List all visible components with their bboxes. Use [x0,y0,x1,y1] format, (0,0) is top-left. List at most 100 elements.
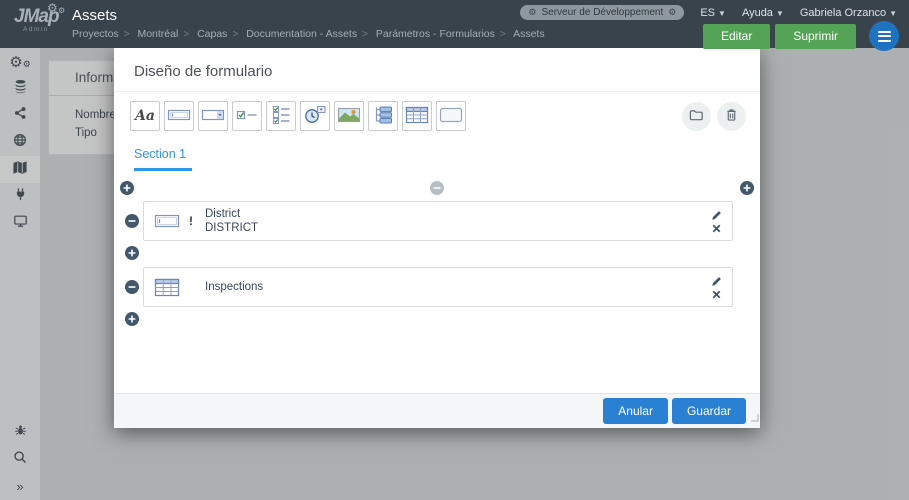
remove-row-button[interactable] [125,280,139,294]
label-text-icon: Aa [135,108,155,124]
minus-circle-icon [430,181,444,195]
minus-circle-icon [125,214,139,228]
plus-circle-icon [120,181,134,195]
server-badge-label: Serveur de Développement [542,7,664,18]
language-label: ES [700,7,715,19]
date-picker-icon [303,104,327,128]
add-column-right-button[interactable] [740,181,754,195]
server-env-icon: ⚙ [668,7,676,18]
cancel-button[interactable]: Anular [603,398,668,424]
delete-button[interactable]: Suprimir [775,24,856,49]
jmap-logo[interactable]: JMap ⚙ ⚙ Admin [14,6,66,33]
add-label-button[interactable]: Aa [130,101,160,131]
checkbox-group-icon [269,105,293,128]
server-env-icon: ⚙ [528,7,536,18]
add-checkbox-button[interactable] [232,101,262,131]
delete-form-button[interactable] [717,102,746,131]
element-label: Inspections [205,280,711,295]
add-row-left-button[interactable] [120,181,134,195]
open-folder-button[interactable] [682,102,711,131]
element-attribute: DISTRICT [205,221,711,236]
gear-icon: ⚙ [58,6,65,15]
edit-element-button[interactable] [711,276,722,287]
edit-button[interactable]: Editar [703,24,770,49]
breadcrumb-item[interactable]: Proyectos [72,28,119,40]
add-text-input-button[interactable] [164,101,194,131]
plus-circle-icon [125,312,139,326]
remove-column-button[interactable] [430,181,444,195]
form-element-district[interactable]: ! District DISTRICT [143,201,733,241]
topbar-meta: ⚙ Serveur de Développement ⚙ ES▼ Ayuda▼ … [520,5,897,20]
add-row-button[interactable] [125,246,139,260]
language-menu[interactable]: ES▼ [700,7,726,19]
element-actions [711,276,722,299]
element-label: District [205,207,711,222]
hamburger-menu-button[interactable] [869,21,899,51]
checkbox-icon [235,105,259,128]
delete-element-button[interactable] [712,290,721,299]
jmap-logo-subtext: Admin [23,26,66,33]
breadcrumb-item[interactable]: Parámetros - Formularios [376,28,495,40]
form-design-dialog: Diseño de formulario Aa [114,48,760,428]
section-tabs: Section 1 [114,145,760,171]
table-icon [154,278,180,297]
chevron-down-icon: ▼ [889,9,897,18]
delete-element-button[interactable] [712,224,721,233]
breadcrumb-separator: > [500,29,506,40]
topbar-actions: Editar Suprimir [703,21,899,51]
minus-circle-icon [125,280,139,294]
breadcrumb-separator: > [362,29,368,40]
pencil-icon [711,210,722,221]
form-elements-toolbar: Aa [114,92,760,139]
pencil-icon [711,276,722,287]
form-element-inspections[interactable]: Inspections [143,267,733,307]
user-menu[interactable]: Gabriela Orzanco▼ [800,7,897,19]
text-input-icon [167,105,191,128]
text-input-icon [154,213,180,229]
resize-grip-icon [750,413,759,422]
breadcrumb-item[interactable]: Documentation - Assets [246,28,357,40]
add-panel-button[interactable] [436,101,466,131]
add-combo-box-button[interactable] [198,101,228,131]
user-name: Gabriela Orzanco [800,7,886,19]
add-tree-button[interactable] [368,101,398,131]
help-menu[interactable]: Ayuda▼ [742,7,784,19]
form-element-row: Inspections [120,267,754,307]
breadcrumb-separator: > [232,29,238,40]
gear-icon: ⚙ [47,1,58,15]
plus-circle-icon [740,181,754,195]
required-mark: ! [189,214,205,228]
help-label: Ayuda [742,7,773,19]
save-button[interactable]: Guardar [672,398,746,424]
edit-element-button[interactable] [711,210,722,221]
chevron-down-icon: ▼ [718,9,726,18]
table-icon [405,105,429,128]
dialog-title: Diseño de formulario [114,48,760,92]
resize-handle[interactable] [750,409,759,427]
remove-row-button[interactable] [125,214,139,228]
panel-icon [439,105,463,128]
dialog-footer: Anular Guardar [114,393,760,428]
breadcrumb-item[interactable]: Capas [197,28,227,40]
close-icon [712,224,721,233]
breadcrumb-item[interactable]: Montréal [137,28,178,40]
element-labels: District DISTRICT [205,207,711,236]
page-title: Assets [72,7,117,24]
topbar: JMap ⚙ ⚙ Admin Assets Proyectos > Montréa… [0,0,909,48]
folder-icon [689,108,704,125]
add-row-button[interactable] [125,312,139,326]
section-controls-row [120,171,754,197]
breadcrumb: Proyectos > Montréal > Capas > Documentatio… [72,28,545,40]
combo-box-icon [201,105,225,128]
add-image-button[interactable] [334,101,364,131]
add-checkbox-group-button[interactable] [266,101,296,131]
element-actions [711,210,722,233]
breadcrumb-separator: > [183,29,189,40]
server-badge[interactable]: ⚙ Serveur de Développement ⚙ [520,5,684,20]
tree-icon [371,105,395,128]
tab-section-1[interactable]: Section 1 [134,147,192,171]
add-date-picker-button[interactable] [300,101,330,131]
breadcrumb-separator: > [124,29,130,40]
add-table-button[interactable] [402,101,432,131]
close-icon [712,290,721,299]
